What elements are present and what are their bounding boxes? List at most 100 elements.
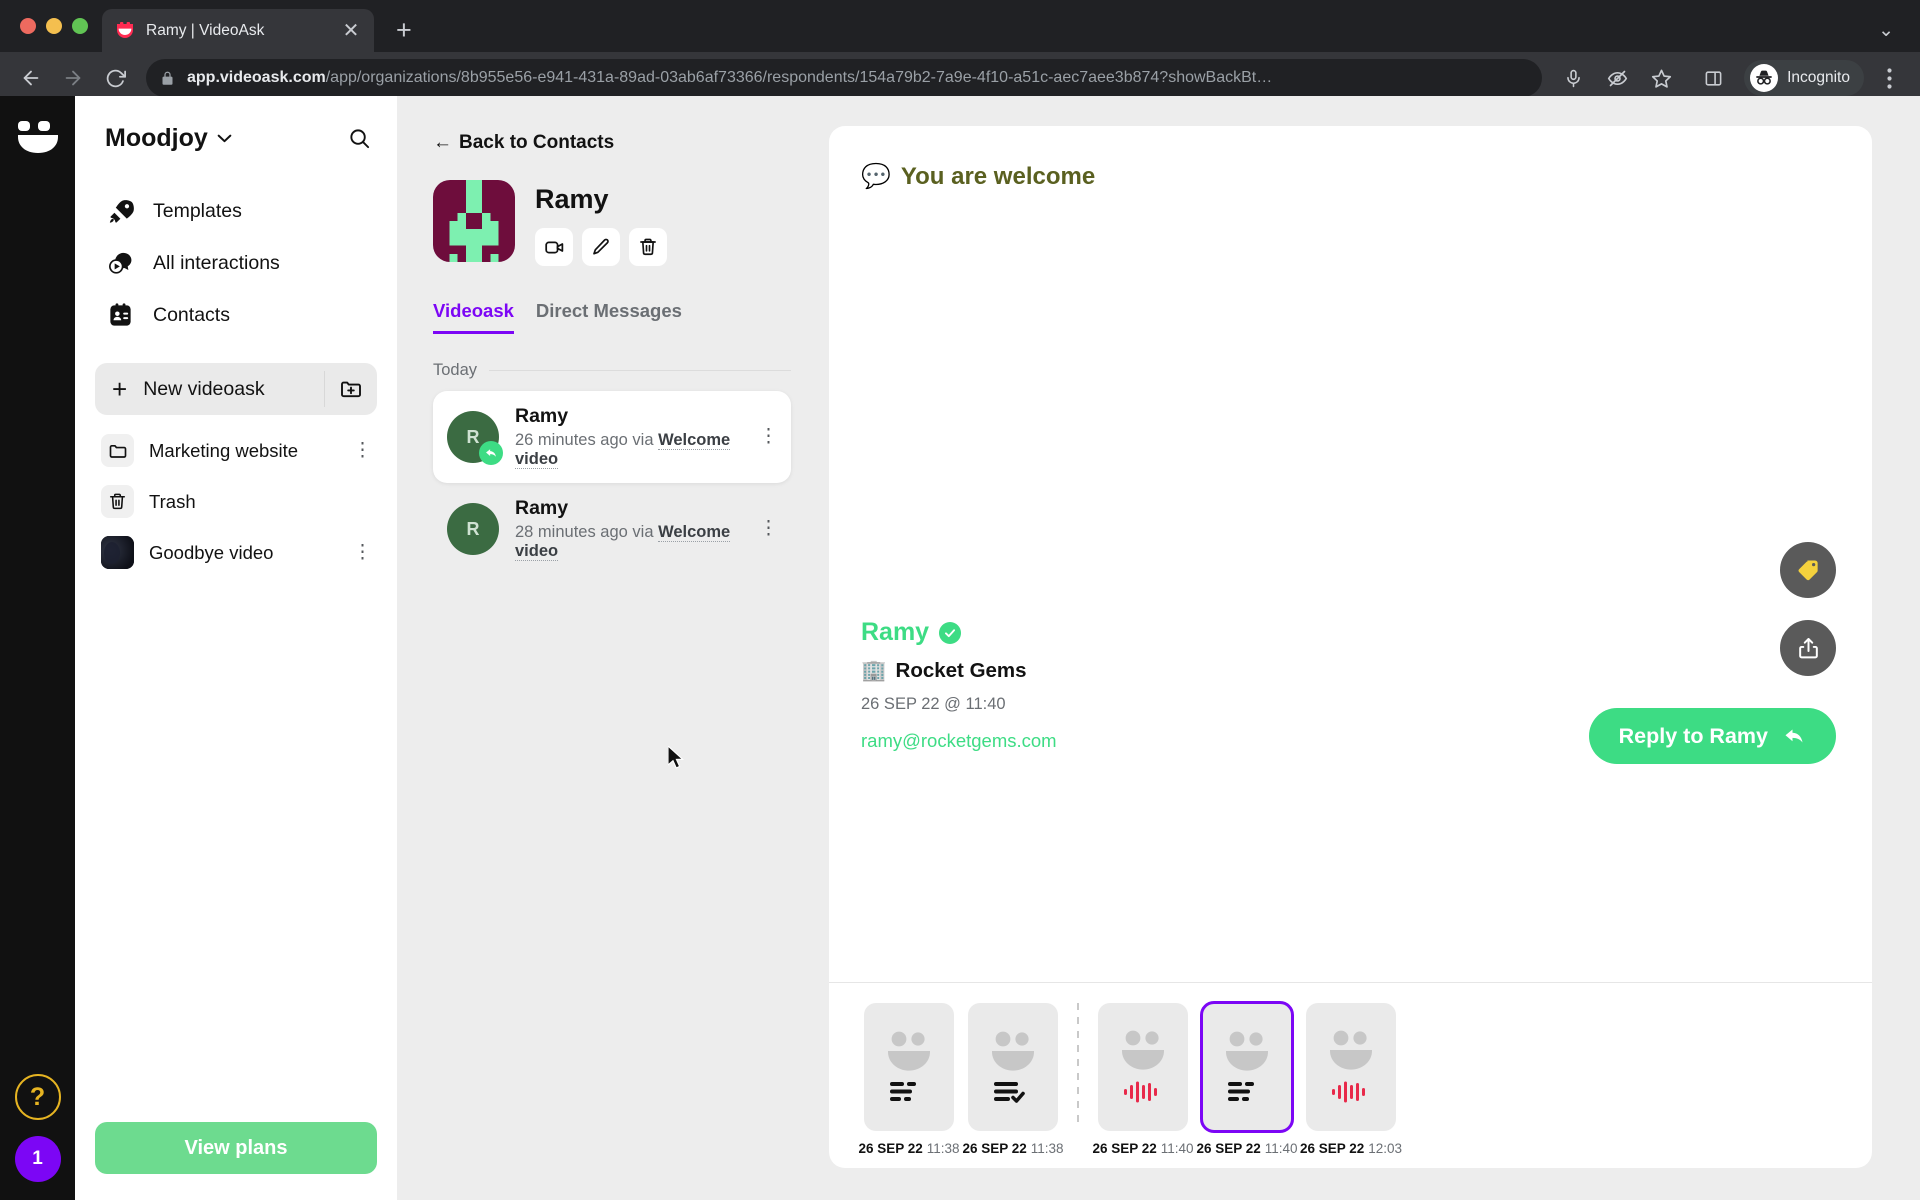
avatar-initial: R — [447, 503, 499, 555]
response-list: R Ramy 26 minutes ago via Welcome video … — [433, 391, 791, 575]
notification-count-badge[interactable]: 1 — [14, 1136, 61, 1182]
window-traffic-lights — [14, 0, 102, 52]
trash-icon — [101, 485, 134, 518]
thumbnail-time: 11:40 — [1160, 1141, 1194, 1156]
url-path: /app/organizations/8b955e56-e941-431a-89… — [325, 69, 1273, 86]
new-tab-button[interactable]: + — [396, 17, 412, 44]
reload-icon[interactable] — [96, 59, 134, 97]
respondent-date: 26 SEP 22 @ 11:40 — [861, 695, 1006, 713]
edit-contact-button[interactable] — [582, 228, 620, 266]
thumbnail-item[interactable]: 26 SEP 22 11:40 — [1091, 1003, 1195, 1156]
back-to-contacts-link[interactable]: ← Back to Contacts — [433, 132, 791, 154]
maximize-window-button[interactable] — [72, 18, 88, 34]
response-card: 💬 You are welcome Reply to Ramy Ramy 🏢 R… — [829, 126, 1872, 1168]
search-icon[interactable] — [348, 127, 371, 150]
forward-arrow-icon[interactable] — [54, 59, 92, 97]
response-menu-icon[interactable]: ⋮ — [759, 519, 778, 538]
respondent-email[interactable]: ramy@rocketgems.com — [861, 730, 1057, 752]
sidebar-folder-trash[interactable]: Trash — [95, 478, 377, 525]
folder-menu-icon[interactable]: ⋮ — [353, 543, 372, 562]
sidebar-item-all-interactions[interactable]: All interactions — [95, 239, 377, 287]
bookmark-star-icon[interactable] — [1642, 59, 1680, 97]
divider — [489, 370, 791, 371]
thumbnail-time: 11:38 — [1030, 1141, 1064, 1156]
videoask-app: ? 1 Moodjoy Templates All interactions C… — [0, 96, 1920, 1200]
thumbnail-date: 26 SEP 22 — [1299, 1141, 1365, 1156]
respondent-organization: Rocket Gems — [895, 659, 1027, 682]
profile-label: Incognito — [1787, 69, 1850, 86]
eye-off-icon[interactable] — [1598, 59, 1636, 97]
sidebar: Moodjoy Templates All interactions Conta… — [75, 96, 397, 1200]
minimize-window-button[interactable] — [46, 18, 62, 34]
reply-button-label: Reply to Ramy — [1618, 723, 1768, 748]
tab-strip: Ramy | VideoAsk ✕ + ⌄ — [0, 0, 1920, 52]
new-folder-button[interactable] — [325, 363, 377, 415]
sidebar-folder-marketing-website[interactable]: Marketing website ⋮ — [95, 427, 377, 474]
back-arrow-icon: ← — [433, 132, 452, 153]
close-icon[interactable]: ✕ — [340, 21, 362, 41]
sidebar-item-contacts[interactable]: Contacts — [95, 291, 377, 339]
videoask-smiley-icon — [888, 1031, 930, 1071]
response-body: Ramy 28 minutes ago via Welcome video — [515, 497, 743, 561]
share-icon — [1796, 636, 1821, 661]
contact-name: Ramy — [535, 184, 609, 214]
sidebar-nav: Templates All interactions Contacts — [95, 187, 377, 339]
organization-switcher[interactable]: Moodjoy — [105, 124, 232, 153]
folder-icon — [101, 434, 134, 467]
videoask-smiley-icon — [1122, 1030, 1164, 1070]
profile-chip[interactable]: Incognito — [1744, 60, 1864, 96]
reply-arrow-icon — [1782, 724, 1806, 748]
browser-menu-icon[interactable] — [1870, 59, 1908, 97]
chevron-down-icon[interactable]: ⌄ — [1878, 19, 1894, 42]
video-player-area[interactable]: Reply to Ramy Ramy 🏢 Rocket Gems 26 SEP … — [829, 126, 1872, 982]
thumbnail-item[interactable]: 26 SEP 22 11:40 — [1195, 1001, 1299, 1156]
tab-direct-messages[interactable]: Direct Messages — [536, 300, 682, 334]
share-button[interactable] — [1780, 620, 1836, 676]
new-videoask-button[interactable]: + New videoask — [95, 363, 324, 415]
mouse-cursor — [668, 746, 684, 769]
respondent-info: Ramy 🏢 Rocket Gems 26 SEP 22 @ 11:40 ram… — [861, 618, 1057, 752]
close-window-button[interactable] — [20, 18, 36, 34]
thumbnail[interactable] — [864, 1003, 954, 1131]
response-menu-icon[interactable]: ⋮ — [759, 427, 778, 446]
thumbnail-caption: 26 SEP 22 12:03 — [1300, 1141, 1402, 1156]
address-bar[interactable]: app.videoask.com/app/organizations/8b955… — [146, 59, 1543, 97]
day-separator: Today — [433, 361, 791, 380]
thumbnail-item[interactable]: 26 SEP 22 11:38 — [857, 1003, 961, 1156]
plans-footer: View plans — [95, 1122, 377, 1200]
side-panel-icon[interactable] — [1694, 59, 1732, 97]
response-list-item[interactable]: R Ramy 26 minutes ago via Welcome video … — [433, 391, 791, 483]
delete-contact-button[interactable] — [629, 228, 667, 266]
new-videoask-row: + New videoask — [95, 363, 377, 415]
thumbnail-date: 26 SEP 22 — [858, 1141, 923, 1156]
back-arrow-icon[interactable] — [12, 59, 50, 97]
thumbnail-caption: 26 SEP 22 11:38 — [962, 1141, 1063, 1156]
omnibox-actions: Incognito — [1554, 59, 1908, 97]
organization-name: Moodjoy — [105, 124, 208, 152]
office-building-icon: 🏢 — [861, 659, 887, 682]
microphone-icon[interactable] — [1554, 59, 1592, 97]
folder-menu-icon[interactable]: ⋮ — [353, 441, 372, 460]
thumbnail[interactable] — [1098, 1003, 1188, 1131]
browser-tab[interactable]: Ramy | VideoAsk ✕ — [102, 9, 374, 52]
videoask-logo-icon[interactable] — [15, 114, 61, 160]
tab-videoask[interactable]: Videoask — [433, 300, 514, 334]
sidebar-item-templates[interactable]: Templates — [95, 187, 377, 235]
thumbnail-item[interactable]: 26 SEP 22 12:03 — [1299, 1003, 1403, 1156]
thumbnail-time: 11:38 — [926, 1141, 960, 1156]
reply-badge-icon — [479, 441, 503, 465]
tag-button[interactable] — [1780, 542, 1836, 598]
organization-row: Moodjoy — [95, 118, 377, 153]
folder-list: Marketing website ⋮ Trash Goodbye video … — [95, 427, 377, 576]
reply-button[interactable]: Reply to Ramy — [1588, 708, 1836, 764]
video-call-button[interactable] — [535, 228, 573, 266]
response-list-item[interactable]: R Ramy 28 minutes ago via Welcome video … — [433, 483, 791, 575]
thumbnail[interactable] — [1306, 1003, 1396, 1131]
help-button[interactable]: ? — [14, 1074, 61, 1120]
sidebar-folder-goodbye-video[interactable]: Goodbye video ⋮ — [95, 529, 377, 576]
thumbnail-item[interactable]: 26 SEP 22 11:38 — [961, 1003, 1065, 1156]
thumbnail-selected[interactable] — [1200, 1001, 1294, 1133]
view-plans-button[interactable]: View plans — [95, 1122, 377, 1174]
thumbnail-date: 26 SEP 22 — [962, 1141, 1027, 1156]
thumbnail[interactable] — [968, 1003, 1058, 1131]
